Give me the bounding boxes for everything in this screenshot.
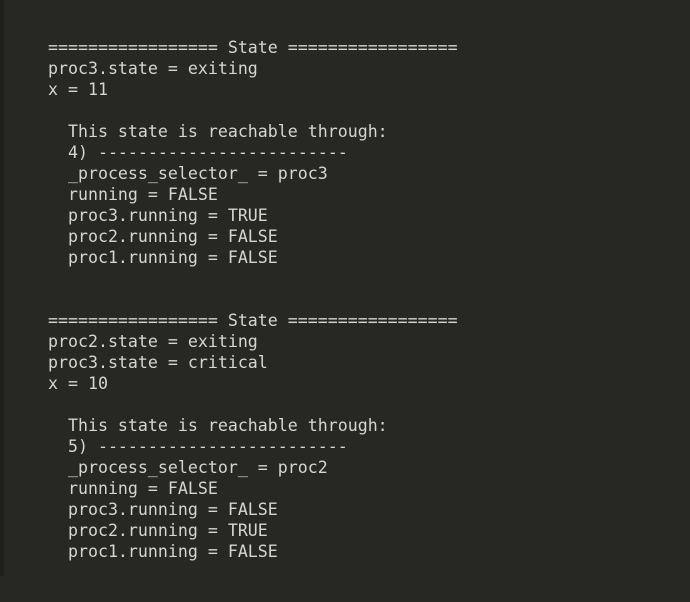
output-line: proc1.running = FALSE [48,248,278,267]
state-separator: ================= State ================… [48,311,458,330]
output-line: running = FALSE [48,185,218,204]
output-line: running = FALSE [48,479,218,498]
output-line: _process_selector_ = proc3 [48,164,328,183]
reachability-heading: This state is reachable through: [48,416,388,435]
trace-step-header: 4) ------------------------- [48,143,348,162]
output-line: x = 10 [48,374,108,393]
trace-step-header: 5) ------------------------- [48,437,348,456]
output-line: proc2.running = TRUE [48,521,268,540]
code-output[interactable]: ================= State ================… [48,37,458,562]
left-border [0,0,4,576]
output-line: proc3.running = FALSE [48,500,278,519]
reachability-heading: This state is reachable through: [48,122,388,141]
output-line: proc3.state = exiting [48,59,258,78]
output-line: proc3.state = critical [48,353,268,372]
output-line: x = 11 [48,80,108,99]
output-line: proc2.running = FALSE [48,227,278,246]
text-output-panel[interactable]: ================= State ================… [0,0,690,602]
output-line: _process_selector_ = proc2 [48,458,328,477]
bottom-strip [0,576,690,602]
output-line: proc2.state = exiting [48,332,258,351]
output-line: proc3.running = TRUE [48,206,268,225]
output-line: proc1.running = FALSE [48,542,278,561]
state-separator: ================= State ================… [48,38,458,57]
